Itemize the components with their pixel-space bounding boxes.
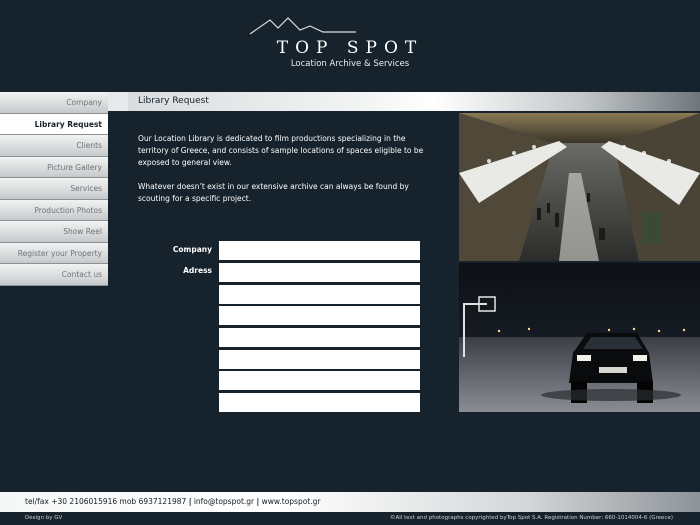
copyright-notice: ©All text and photographs copyrighted by… xyxy=(389,515,673,521)
menu-item-production-photos[interactable]: Production Photos xyxy=(0,199,108,221)
page-title: Library Request xyxy=(138,96,209,106)
footer-web-link[interactable]: www.topspot.gr xyxy=(262,497,321,506)
intro-paragraph-1: Our Location Library is dedicated to fil… xyxy=(138,134,424,167)
menu-item-company[interactable]: Company xyxy=(0,92,108,114)
mountain-logo-icon xyxy=(249,17,356,35)
form-field-5[interactable] xyxy=(219,328,420,347)
footer-phone: tel/fax +30 2106015916 mob 6937121987 xyxy=(25,497,187,506)
design-credit[interactable]: Design by GV xyxy=(25,515,62,521)
main-menu: Company Library Request Clients Picture … xyxy=(0,92,108,286)
location-photo-arcade xyxy=(459,113,700,261)
address-field-2[interactable] xyxy=(219,285,420,304)
brand-tagline: Location Archive & Services xyxy=(290,59,410,69)
menu-item-library-request[interactable]: Library Request xyxy=(0,113,108,135)
menu-item-clients[interactable]: Clients xyxy=(0,135,108,157)
menu-item-register-property[interactable]: Register your Property xyxy=(0,242,108,264)
footer-separator-2: | xyxy=(256,497,260,506)
title-bar-accent xyxy=(108,92,128,111)
menu-item-services[interactable]: Services xyxy=(0,178,108,200)
address-field-1[interactable] xyxy=(219,263,420,282)
company-field[interactable] xyxy=(219,241,420,260)
form-field-6[interactable] xyxy=(219,350,420,369)
menu-item-contact-us[interactable]: Contact us xyxy=(0,264,108,286)
footer-bar: tel/fax +30 2106015916 mob 6937121987 | … xyxy=(0,492,700,512)
footer-email-link[interactable]: info@topspot.gr xyxy=(194,497,254,506)
form-field-8[interactable] xyxy=(219,393,420,412)
intro-paragraph-2: Whatever doesn’t exist in our extensive … xyxy=(138,182,409,203)
page-title-bar: Library Request xyxy=(108,92,700,111)
address-label: Adress xyxy=(183,266,212,275)
site-logo[interactable]: TOP SPOT Location Archive & Services xyxy=(245,14,445,74)
location-photo-car-night xyxy=(459,263,700,412)
footer-separator-1: | xyxy=(188,497,192,506)
brand-name: TOP SPOT xyxy=(276,38,424,58)
form-field-7[interactable] xyxy=(219,371,420,390)
footer-contact: tel/fax +30 2106015916 mob 6937121987 | … xyxy=(25,497,320,506)
menu-item-show-reel[interactable]: Show Reel xyxy=(0,221,108,243)
company-label: Company xyxy=(172,245,212,254)
intro-text: Our Location Library is dedicated to fil… xyxy=(138,133,430,217)
form-field-4[interactable] xyxy=(219,306,420,325)
menu-item-picture-gallery[interactable]: Picture Gallery xyxy=(0,156,108,178)
